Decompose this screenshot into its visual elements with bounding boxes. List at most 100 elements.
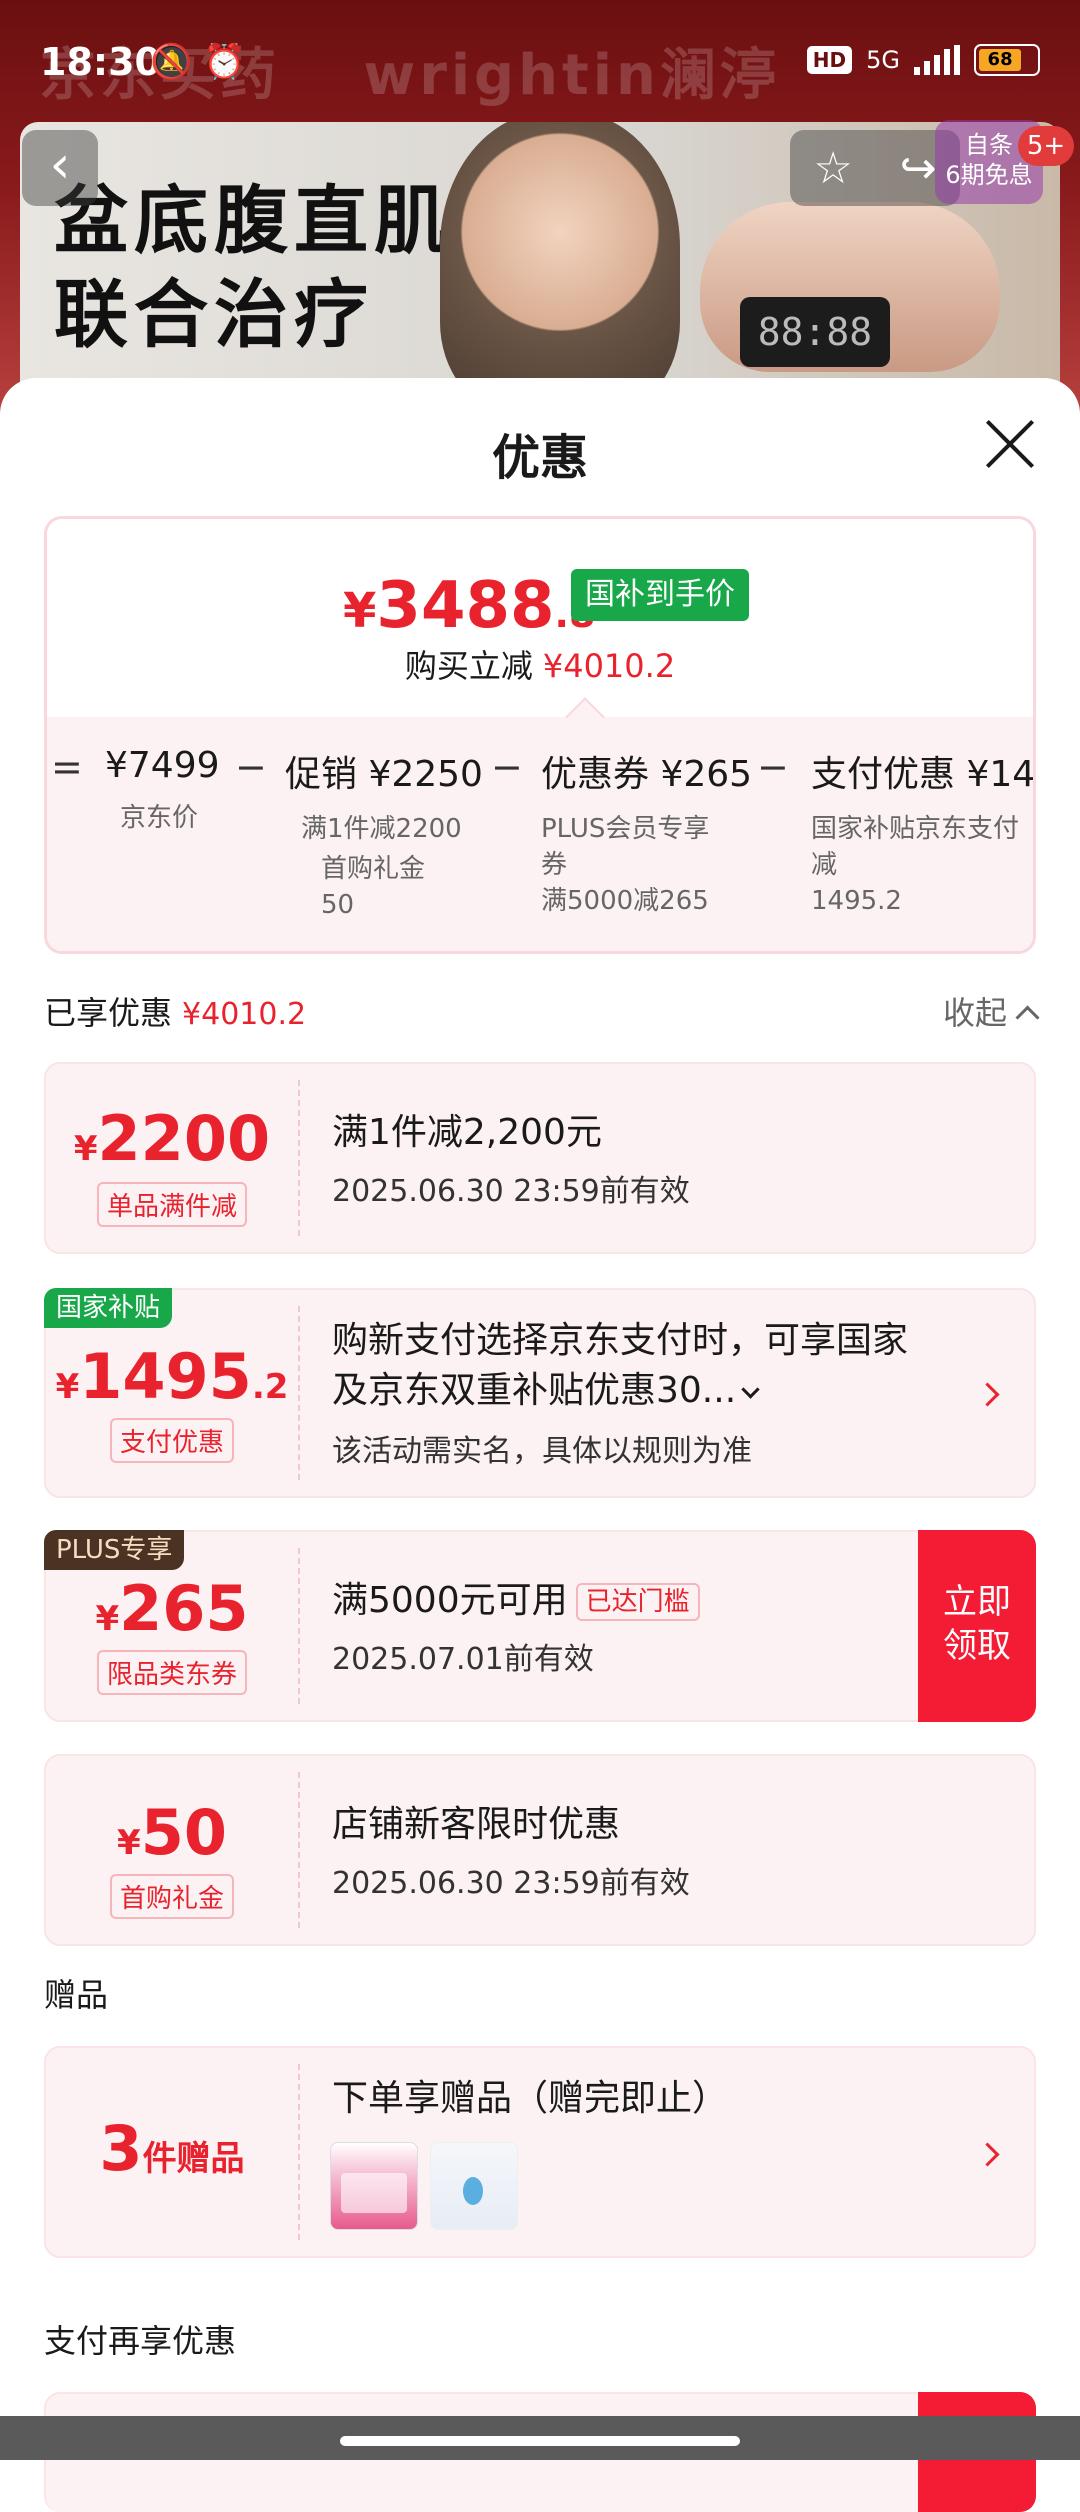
share-icon[interactable]: ↪ [900,143,937,194]
coupon-divider [298,1772,300,1928]
network-label: 5G [866,46,900,74]
jd-price-label: 京东价 [119,803,198,833]
signal-icon [914,45,960,75]
coupon-validity: 2025.06.30 23:59前有效 [332,1174,690,1209]
coupon-title: 店铺新客限时优惠 [332,1804,621,1845]
threshold-reached-tag: 已达门槛 [575,1583,700,1621]
price-formula: = ¥7499 京东价 − 促销 ¥2250 满1件减2200 首购礼金 50 … [47,717,1036,951]
gift-title: 下单享赠品（赠完即止） [332,2078,729,2119]
coupon-title: 购新支付选择京东支付时，可享国家 及京东双重补贴优惠30... [332,1316,908,1416]
collapse-button[interactable]: 收起 [942,988,1040,1034]
chevron-right-icon[interactable] [975,2142,1000,2167]
home-indicator[interactable] [340,2436,740,2446]
gift-thumbnail-2[interactable] [430,2142,518,2230]
hd-icon: HD [806,46,853,74]
banner-line-2: 联合治疗 [54,272,374,358]
promo-column: 促销 ¥2250 满1件减2200 首购礼金 50 [285,745,483,923]
formula-row: = ¥7499 京东价 − 促销 ¥2250 满1件减2200 首购礼金 50 … [47,717,1036,951]
minus-sign-1: − [235,745,267,789]
enjoyed-label: 已享优惠 [44,994,173,1032]
payment-sub: 国家补贴京东支付减 1495.2 [811,814,1020,916]
coupon-card-full-reduction[interactable]: ¥2200 单品满件减 满1件减2,200元 2025.06.30 23:59前… [44,1062,1036,1254]
product-page-background: 京东买药 wrightin澜渟 盆底腹直肌 联合治疗 88:88 18:30 🔕… [0,0,1080,420]
alarm-icon: ⏰ [203,42,246,82]
claim-coupon-button[interactable]: 立即 领取 [918,1530,1036,1722]
message-count-badge: 5+ [1018,126,1074,166]
coupon-title-text: 满5000元可用 [332,1580,568,1621]
battery-icon: 68 [974,44,1040,76]
equals-sign: = [51,745,83,789]
coupon-amount-symbol: ¥ [95,1599,120,1639]
coupon-amount-area: ¥1495.2 支付优惠 [46,1290,298,1496]
coupon-type-label: 限品类东券 [96,1650,248,1695]
battery-level: 68 [979,49,1022,71]
coupon-amount-area: ¥50 首购礼金 [46,1756,298,1944]
favorite-star-icon[interactable]: ☆ [813,143,852,194]
coupon-amount-symbol: ¥ [73,1129,98,1169]
coupon-type-label: 支付优惠 [109,1418,235,1463]
coupon-card-first-purchase[interactable]: ¥50 首购礼金 店铺新客限时优惠 2025.06.30 23:59前有效 [44,1754,1036,1946]
coupon-type-label: 单品满件减 [96,1182,248,1227]
sheet-title: 优惠 [491,430,588,486]
coupon-amount: ¥50 [46,1796,298,1869]
gift-count-unit: 件赠品 [142,2139,245,2179]
discount-sheet: 优惠 ¥3488.8 国补到手价 购买立减¥4010.2 = ¥7499 京东价… [0,378,1080,2512]
gift-thumbnail-1[interactable] [330,2142,418,2230]
coupon-validity: 2025.07.01前有效 [332,1642,594,1677]
subsidy-price-tag: 国补到手价 [571,569,749,621]
gift-count: 3件赠品 [46,2112,298,2185]
coupon-sub: PLUS会员专享 券 满5000减265 [541,814,710,916]
reduce-line: 购买立减 ¥4010.2 [47,641,1033,687]
final-price-symbol: ¥ [343,583,377,639]
collapse-label: 收起 [942,994,1007,1032]
reduce-amount: ¥4010.2 [542,647,676,685]
coupon-card-plus[interactable]: PLUS专享 ¥265 限品类东券 满5000元可用 已达门槛 2025.07.0… [44,1530,1036,1722]
jd-price-column: ¥7499 京东价 [105,745,220,836]
coupon-title-line-2: 及京东双重补贴优惠30... [332,1370,737,1411]
status-bar: 18:30 🔕 ⏰ HD 5G 68 [0,0,1080,130]
coupon-amount-decimal: .2 [251,1367,289,1407]
price-summary-head: ¥3488.8 国补到手价 购买立减¥4010.2 [47,519,1033,717]
banner-line-1: 盆底腹直肌 [54,178,454,264]
coupon-validity: 2025.06.30 23:59前有效 [332,1866,690,1901]
promo-sub-2: 首购礼金 50 [321,854,426,920]
back-button[interactable]: ‹ [22,130,98,206]
coupon-amount-number: 50 [140,1796,227,1869]
payment-value: 支付优惠 ¥149 [811,754,1036,795]
status-right: HD 5G 68 [806,44,1040,76]
coupon-divider [298,1306,300,1480]
coupon-column: 优惠券 ¥265 PLUS会员专享 券 满5000减265 [541,745,752,919]
chevron-down-icon[interactable] [741,1380,760,1399]
status-icons: 🔕 ⏰ [150,42,246,82]
gift-card[interactable]: 3件赠品 下单享赠品（赠完即止） [44,2046,1036,2258]
coupon-value: 优惠券 ¥265 [541,754,753,795]
coupon-divider [298,1080,300,1236]
close-icon[interactable] [984,418,1036,470]
coupon-amount-number: 2200 [97,1102,271,1175]
enjoyed-amount: ¥4010.2 [182,997,307,1032]
status-time: 18:30 [40,40,161,84]
pay-section-label: 支付再享优惠 [44,2322,237,2360]
coupon-amount-number: 1495 [79,1340,252,1413]
chevron-up-icon [1015,1005,1040,1030]
final-price: ¥3488.8 [343,569,595,643]
coupon-divider [298,1548,300,1704]
gift-count-number: 3 [99,2112,143,2185]
coupon-title: 满5000元可用 已达门槛 [332,1576,700,1626]
coupon-divider [298,2064,300,2240]
payment-column: 支付优惠 ¥149 国家补贴京东支付减 1495.2 [811,745,1036,919]
coupon-amount-symbol: ¥ [55,1367,80,1407]
gift-count-area: 3件赠品 [46,2048,298,2256]
coupon-card-payment-subsidy[interactable]: 国家补贴 ¥1495.2 支付优惠 购新支付选择京东支付时，可享国家 及京东双重… [44,1288,1036,1498]
price-summary-card: ¥3488.8 国补到手价 购买立减¥4010.2 = ¥7499 京东价 − … [44,516,1036,954]
coupon-amount: ¥2200 [46,1102,298,1175]
coupon-amount: ¥1495.2 [46,1340,298,1413]
coupon-type-label: 首购礼金 [109,1874,235,1919]
reduce-label: 购买立减 [404,647,533,685]
chevron-right-icon[interactable] [975,1382,1000,1407]
model-photo [440,122,680,412]
coupon-title: 满1件减2,200元 [332,1112,602,1153]
coupon-amount: ¥265 [46,1572,298,1645]
coupon-amount-symbol: ¥ [117,1823,141,1863]
coupon-amount-area: ¥265 限品类东券 [46,1532,298,1720]
